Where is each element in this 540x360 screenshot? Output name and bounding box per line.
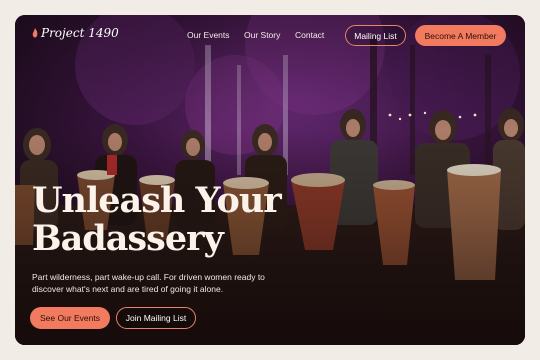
flame-icon	[32, 28, 38, 38]
become-member-button[interactable]: Become A Member	[415, 25, 506, 46]
brand-logo[interactable]: Project 1490	[32, 26, 119, 40]
nav-link-our-story[interactable]: Our Story	[244, 30, 280, 40]
join-mailing-list-button[interactable]: Join Mailing List	[116, 307, 196, 329]
brand-name: Project 1490	[41, 26, 119, 40]
hero-title: Unleash Your Badassery	[32, 182, 332, 258]
nav-link-contact[interactable]: Contact	[295, 30, 324, 40]
hero-subtitle: Part wilderness, part wake-up call. For …	[32, 272, 265, 294]
top-navigation: Project 1490 Our Events Our Story Contac…	[15, 15, 525, 55]
nav-link-our-events[interactable]: Our Events	[187, 30, 230, 40]
hero-title-line-2: Badassery	[32, 218, 224, 259]
hero-frame: Project 1490 Our Events Our Story Contac…	[15, 15, 525, 345]
mailing-list-button[interactable]: Mailing List	[345, 25, 406, 46]
hero-title-line-1: Unleash Your	[32, 180, 282, 221]
see-events-button[interactable]: See Our Events	[30, 307, 110, 329]
